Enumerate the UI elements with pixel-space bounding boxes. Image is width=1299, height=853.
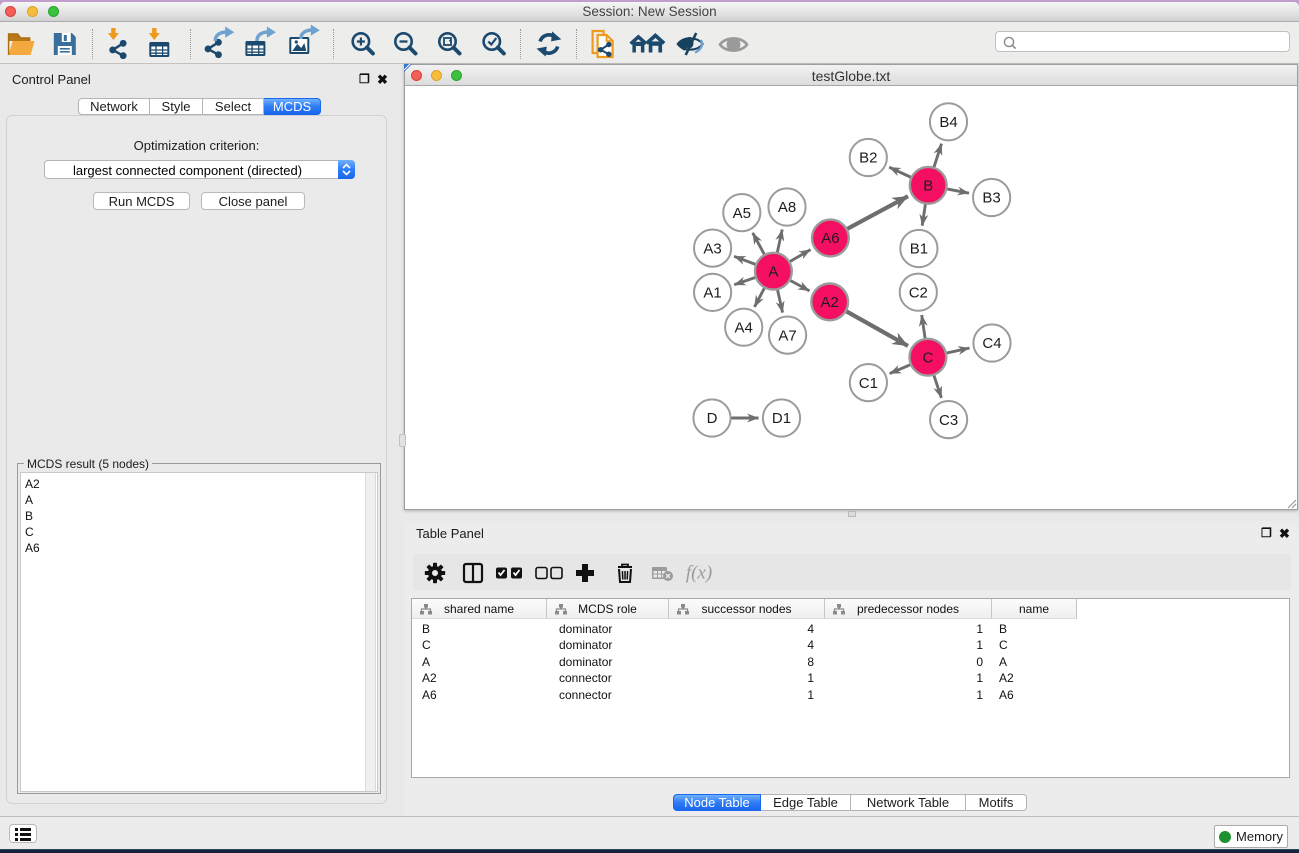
svg-text:A8: A8 (778, 199, 796, 216)
svg-text:A1: A1 (703, 285, 721, 302)
svg-text:A6: A6 (821, 230, 839, 247)
svg-text:A3: A3 (703, 240, 721, 257)
svg-text:A7: A7 (778, 327, 796, 344)
svg-text:C4: C4 (982, 335, 1001, 352)
svg-text:B3: B3 (982, 190, 1000, 207)
svg-text:C3: C3 (939, 412, 958, 429)
svg-text:C2: C2 (909, 284, 928, 301)
svg-text:C: C (922, 349, 933, 366)
svg-text:A: A (768, 263, 778, 280)
svg-text:D1: D1 (772, 410, 791, 427)
svg-text:A5: A5 (733, 205, 751, 222)
svg-text:D: D (707, 410, 718, 427)
svg-text:B2: B2 (859, 150, 877, 167)
svg-text:A2: A2 (821, 294, 839, 311)
svg-text:f(x): f(x) (686, 563, 712, 584)
svg-text:B1: B1 (910, 241, 928, 258)
svg-text:C1: C1 (859, 375, 878, 392)
svg-text:B: B (923, 178, 933, 195)
svg-text:A4: A4 (735, 319, 753, 336)
svg-text:B4: B4 (939, 114, 957, 131)
